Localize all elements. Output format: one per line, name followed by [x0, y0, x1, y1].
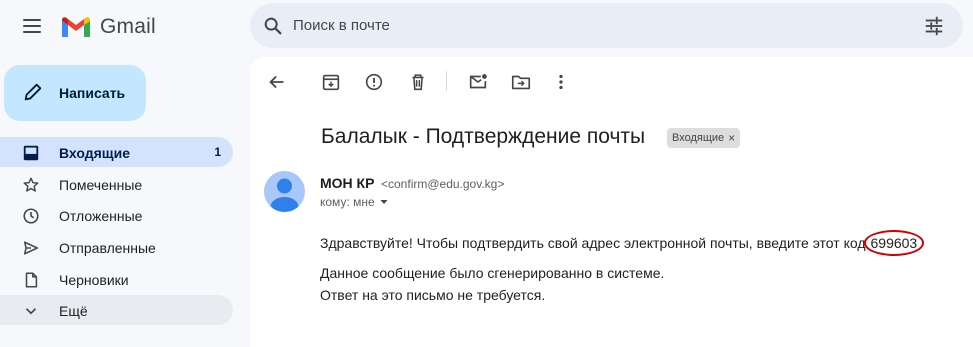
- verification-code: 699603: [863, 230, 925, 256]
- search-filter-icon[interactable]: [923, 15, 945, 37]
- gmail-logo[interactable]: Gmail: [60, 12, 156, 42]
- move-to-icon[interactable]: [510, 71, 532, 93]
- sidebar-item-starred[interactable]: Помеченные: [0, 169, 233, 199]
- caret-down-icon: [380, 200, 388, 204]
- sender-avatar[interactable]: [264, 171, 305, 212]
- sender-name: МОН КР: [320, 175, 375, 191]
- back-arrow-icon[interactable]: [266, 71, 288, 93]
- unread-count-badge: 1: [214, 145, 221, 159]
- more-vert-icon[interactable]: [550, 71, 572, 93]
- sidebar-item-label: Отложенные: [59, 208, 143, 224]
- highlight-ring: [863, 230, 925, 256]
- archive-icon[interactable]: [320, 71, 342, 93]
- sidebar-item-snoozed[interactable]: Отложенные: [0, 200, 233, 230]
- person-icon: [270, 178, 299, 212]
- recipient-text: кому: мне: [320, 195, 375, 209]
- recipient-details-toggle[interactable]: кому: мне: [320, 195, 389, 209]
- gmail-m-icon: [62, 17, 90, 37]
- email-view: Балалык - Подтверждение почты Входящие ×…: [250, 57, 973, 347]
- toolbar-divider: [446, 71, 447, 91]
- pencil-icon: [24, 83, 42, 101]
- search-input[interactable]: Поиск в почте: [293, 17, 390, 34]
- email-body-line-1: Здравствуйте! Чтобы подтвердить свой адр…: [320, 230, 925, 256]
- email-body-line-2: Данное сообщение было сгенерированно в с…: [320, 265, 665, 281]
- sidebar-item-label: Помеченные: [59, 177, 143, 193]
- star-icon: [23, 177, 39, 192]
- delete-icon[interactable]: [407, 71, 429, 93]
- app-name: Gmail: [100, 15, 156, 38]
- search-bar[interactable]: Поиск в почте: [250, 3, 963, 48]
- sidebar-item-label: Входящие: [59, 145, 130, 161]
- clock-icon: [23, 208, 39, 224]
- main-menu-icon[interactable]: [18, 14, 46, 38]
- sender-email: <confirm@edu.gov.kg>: [381, 177, 505, 191]
- sidebar-item-more[interactable]: Ещё: [0, 295, 233, 325]
- report-spam-icon[interactable]: [363, 71, 385, 93]
- sidebar-item-sent[interactable]: Отправленные: [0, 232, 233, 262]
- chevron-down-icon: [25, 308, 37, 315]
- body-text-1: Здравствуйте! Чтобы подтвердить свой адр…: [320, 235, 866, 251]
- sidebar-item-drafts[interactable]: Черновики: [0, 264, 233, 294]
- sidebar-item-label: Отправленные: [59, 240, 156, 256]
- label-chip-inbox[interactable]: Входящие ×: [667, 128, 741, 148]
- send-icon: [23, 241, 39, 255]
- inbox-icon: [23, 145, 39, 161]
- mark-unread-icon[interactable]: [467, 71, 489, 93]
- email-subject: Балалык - Подтверждение почты: [321, 125, 646, 148]
- sidebar-item-label: Черновики: [59, 272, 129, 288]
- sidebar-item-inbox[interactable]: Входящие 1: [0, 137, 233, 167]
- top-bar: Gmail Поиск в почте: [0, 0, 973, 54]
- draft-icon: [25, 272, 38, 288]
- compose-label: Написать: [59, 85, 126, 101]
- sidebar-item-label: Ещё: [59, 303, 88, 319]
- email-body-line-3: Ответ на это письмо не требуется.: [320, 287, 546, 303]
- remove-label-icon[interactable]: ×: [728, 131, 735, 145]
- compose-button[interactable]: Написать: [4, 65, 146, 121]
- label-chip-text: Входящие: [672, 132, 725, 144]
- search-icon[interactable]: [262, 15, 284, 37]
